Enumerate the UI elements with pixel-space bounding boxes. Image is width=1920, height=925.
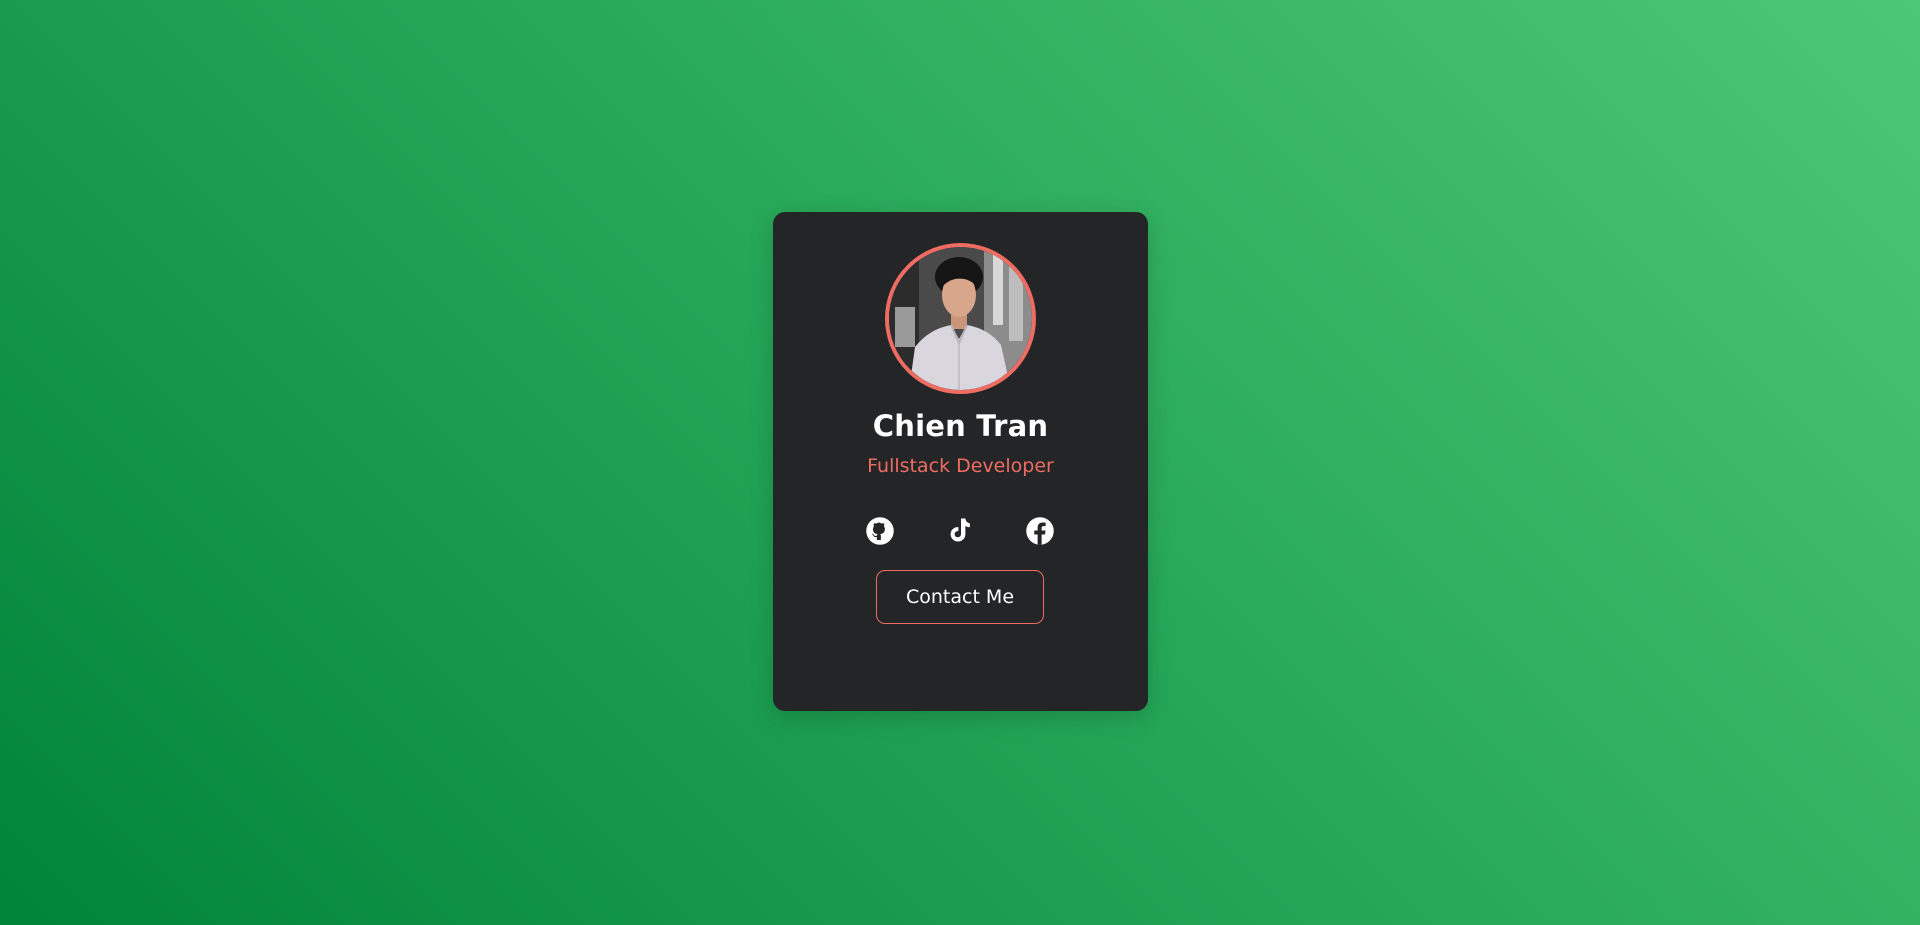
profile-card: Chien Tran Fullstack Developer Contact M…: [773, 212, 1148, 711]
facebook-link[interactable]: [1025, 516, 1055, 546]
contact-me-button[interactable]: Contact Me: [876, 570, 1044, 624]
tiktok-icon: [950, 518, 970, 542]
profile-role: Fullstack Developer: [867, 455, 1054, 477]
tiktok-link[interactable]: [945, 516, 975, 546]
github-link[interactable]: [865, 516, 895, 546]
profile-name: Chien Tran: [872, 409, 1049, 443]
github-icon: [866, 517, 894, 545]
social-links: [773, 516, 1148, 546]
profile-photo: [889, 247, 1032, 390]
avatar: [885, 243, 1036, 394]
facebook-icon: [1026, 517, 1054, 545]
